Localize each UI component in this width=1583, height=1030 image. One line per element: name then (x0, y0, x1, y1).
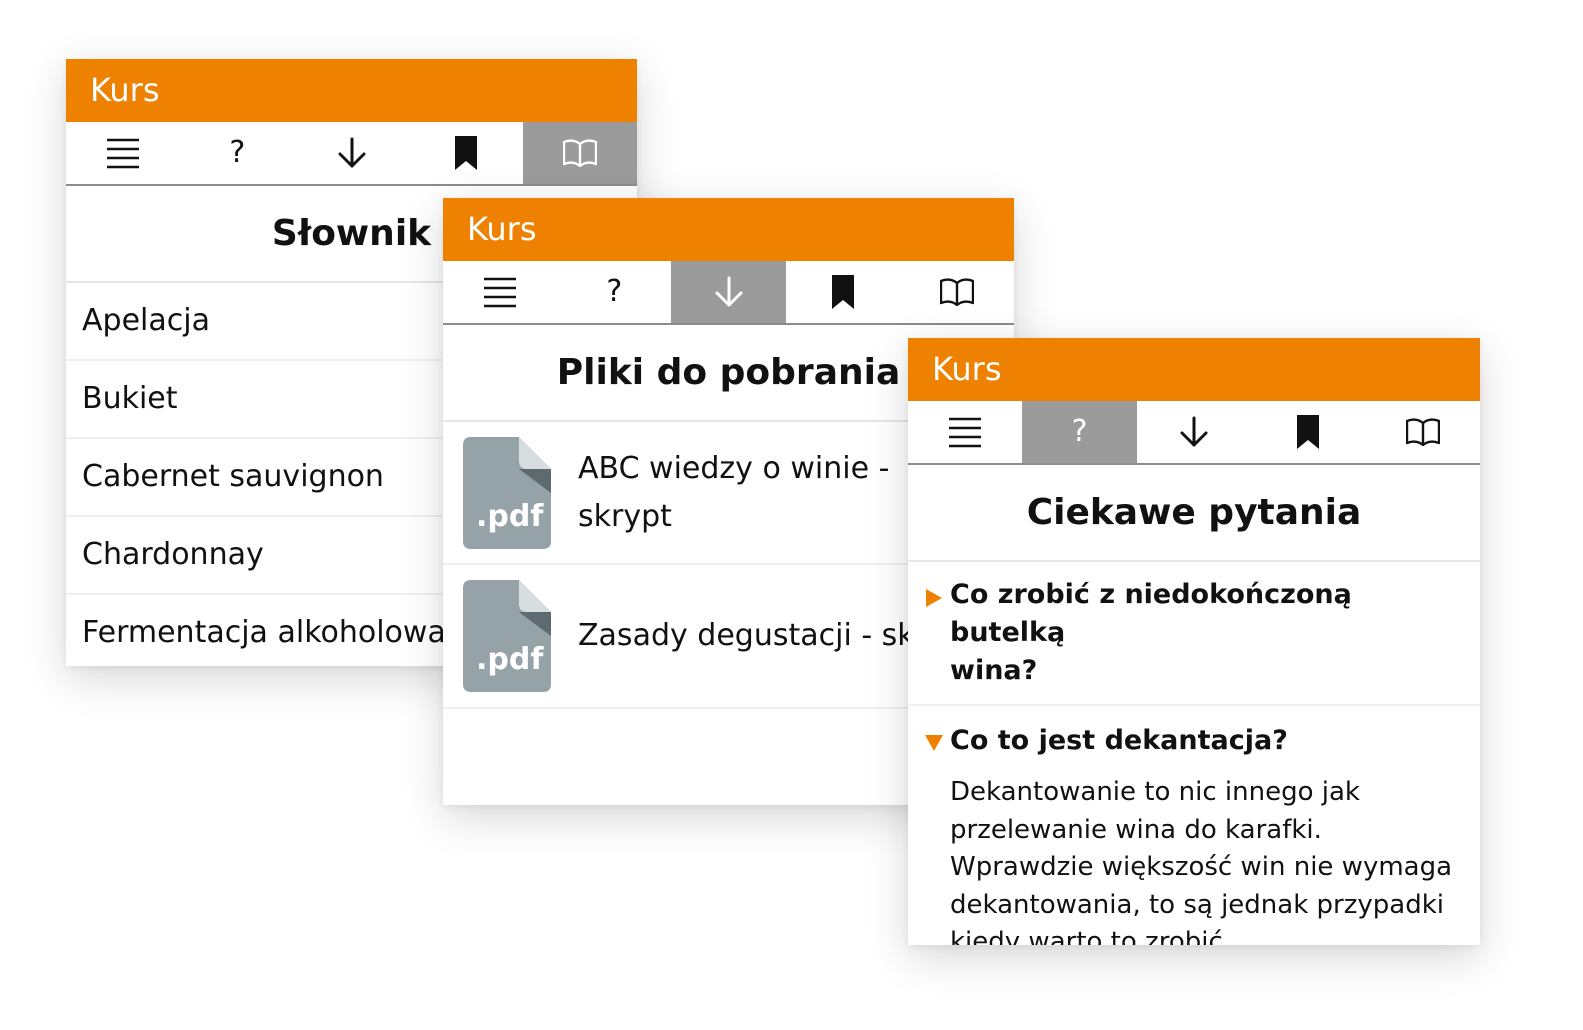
book-icon (939, 278, 974, 306)
course-header: Kurs (908, 338, 1480, 401)
help-icon: ? (606, 274, 623, 309)
toolbar: ? (443, 261, 1014, 325)
help-button[interactable]: ? (180, 122, 294, 184)
pdf-file-icon: .pdf (463, 436, 551, 549)
book-icon (562, 139, 597, 167)
file-title: ABC wiedzy o winie - skrypt (578, 450, 890, 534)
glossary-button[interactable] (1366, 401, 1480, 463)
toolbar: ? (908, 401, 1480, 465)
download-icon (715, 276, 742, 307)
menu-button[interactable] (908, 401, 1022, 463)
caret-down-icon (922, 735, 946, 751)
menu-button[interactable] (66, 122, 180, 184)
glossary-button[interactable] (522, 122, 637, 184)
caret-right-icon (922, 589, 946, 607)
bookmark-icon (831, 275, 854, 309)
course-header: Kurs (66, 59, 637, 122)
download-button[interactable] (1137, 401, 1251, 463)
page-title: Ciekawe pytania (908, 465, 1480, 562)
menu-icon (949, 417, 982, 448)
bookmark-button[interactable] (1251, 401, 1365, 463)
bookmark-icon (1297, 415, 1320, 449)
faq-question: Co to jest dekantacja? (950, 725, 1288, 756)
faq-question-toggle[interactable]: Co zrobić z niedokończoną butelką wina? (922, 576, 1460, 690)
download-button[interactable] (671, 261, 786, 323)
book-icon (1405, 418, 1440, 446)
course-header: Kurs (443, 198, 1014, 261)
faq-question: Co zrobić z niedokończoną butelką wina? (950, 579, 1352, 686)
faq-panel: Kurs ? Ciekawe pytania Co zrobić z niedo… (908, 338, 1480, 945)
menu-icon (107, 138, 140, 169)
bookmark-icon (454, 136, 477, 170)
help-icon: ? (1071, 414, 1088, 449)
pdf-file-label: .pdf (476, 642, 544, 677)
file-title: Zasady degustacji - skr (578, 618, 928, 653)
pdf-file-label: .pdf (476, 498, 544, 534)
faq-list: Co zrobić z niedokończoną butelką wina? … (908, 562, 1480, 945)
download-icon (338, 137, 365, 168)
bookmark-button[interactable] (786, 261, 900, 323)
bookmark-button[interactable] (409, 122, 523, 184)
menu-button[interactable] (443, 261, 557, 323)
faq-question-toggle[interactable]: Co to jest dekantacja? (922, 722, 1460, 760)
help-button[interactable]: ? (557, 261, 671, 323)
faq-item: Co zrobić z niedokończoną butelką wina? (908, 562, 1480, 706)
menu-icon (484, 277, 517, 308)
pdf-file-icon: .pdf (463, 580, 551, 692)
help-icon: ? (229, 135, 246, 170)
faq-item: Co to jest dekantacja? Dekantowanie to n… (908, 706, 1480, 945)
glossary-button[interactable] (900, 261, 1014, 323)
download-icon (1180, 416, 1208, 447)
download-button[interactable] (294, 122, 408, 184)
help-button[interactable]: ? (1022, 401, 1137, 463)
faq-answer: Dekantowanie to nic innego jak przelewan… (950, 777, 1453, 945)
toolbar: ? (66, 122, 637, 186)
